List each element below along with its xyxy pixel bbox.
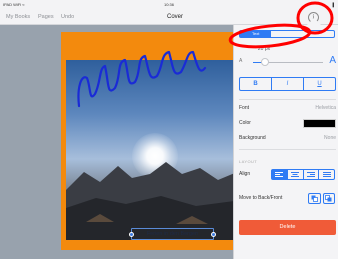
font-size-value: 20 px	[257, 46, 271, 52]
italic-button[interactable]: I	[272, 78, 304, 90]
bold-button[interactable]: B	[240, 78, 272, 90]
page-title: Cover	[166, 14, 183, 20]
large-a-icon: A	[329, 55, 336, 66]
top-toolbar: My Books Pages Undo Cover i	[0, 9, 338, 25]
align-justify-icon	[322, 171, 331, 177]
move-buttons	[308, 193, 335, 204]
clock: 10:36	[163, 2, 174, 7]
background-row[interactable]: Background None	[239, 135, 336, 145]
small-a-icon: A	[239, 58, 243, 64]
color-row[interactable]: Color	[239, 119, 336, 130]
send-back-icon	[311, 195, 318, 202]
tab-three[interactable]	[303, 31, 334, 37]
carrier-label: IPAD WiFi ≈	[3, 2, 25, 7]
move-to-back-button[interactable]	[308, 193, 321, 204]
divider	[239, 99, 336, 100]
color-label: Color	[239, 120, 251, 126]
handwritten-scribble[interactable]	[65, 48, 237, 108]
tab-text[interactable]: Text	[240, 31, 272, 37]
my-books-button[interactable]: My Books	[6, 14, 30, 20]
pages-button[interactable]: Pages	[38, 14, 54, 20]
align-left-icon	[275, 171, 284, 177]
align-left-button[interactable]	[272, 170, 288, 179]
background-label: Background	[239, 135, 266, 141]
font-label: Font	[239, 105, 250, 111]
book-page[interactable]: Ferien in den Bergen	[61, 32, 247, 250]
move-to-front-button[interactable]	[322, 193, 335, 204]
slider-knob[interactable]	[261, 58, 269, 66]
align-center-icon	[291, 171, 300, 177]
undo-button[interactable]: Undo	[61, 14, 74, 20]
color-swatch[interactable]	[303, 119, 336, 128]
background-value: None	[324, 135, 336, 141]
inspector-tabs: Text	[239, 30, 335, 38]
caption-text: Ferien in den Bergen	[146, 231, 199, 237]
battery-icon: ▐	[331, 2, 334, 7]
divider	[239, 149, 336, 150]
align-center-button[interactable]	[288, 170, 304, 179]
layout-section-title: LAYOUT	[239, 159, 258, 164]
underline-button[interactable]: U	[304, 78, 335, 90]
bring-front-icon	[325, 195, 332, 202]
delete-button[interactable]: Delete	[239, 220, 336, 235]
caption-textbox[interactable]: Ferien in den Bergen	[129, 228, 216, 240]
move-row: Move to Back/Front	[239, 195, 299, 205]
align-right-button[interactable]	[304, 170, 320, 179]
status-bar: IPAD WiFi ≈ 10:36 ▐	[0, 0, 338, 9]
align-right-icon	[306, 171, 315, 177]
text-style-buttons: B I U	[239, 77, 336, 91]
font-size-slider[interactable]: A A	[239, 55, 336, 67]
align-label: Align	[239, 171, 251, 177]
resize-handle-left[interactable]	[129, 232, 134, 237]
font-row[interactable]: Font Helvetica	[239, 105, 336, 115]
font-value: Helvetica	[315, 105, 336, 111]
resize-handle-right[interactable]	[211, 232, 216, 237]
align-buttons	[271, 169, 335, 180]
align-justify-button[interactable]	[319, 170, 334, 179]
tab-two[interactable]	[271, 31, 302, 37]
move-label: Move to Back/Front	[239, 195, 283, 201]
text-inspector-popover: Text 20 px A A B I U Font Helvetica Colo…	[233, 25, 338, 259]
